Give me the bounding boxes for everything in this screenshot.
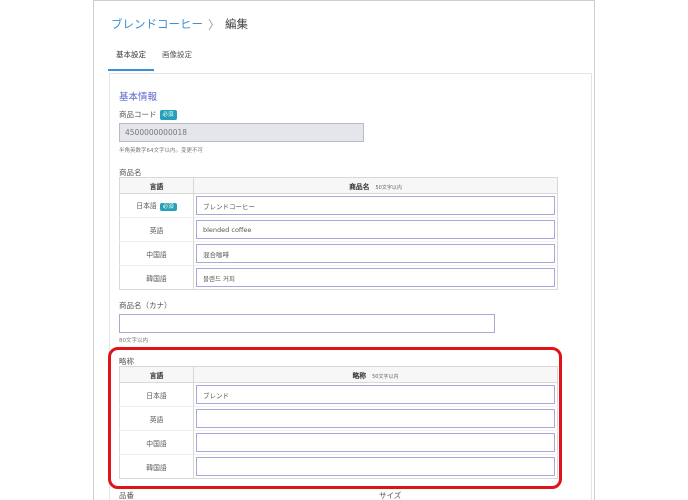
tab-bar: 基本設定 画像設定 — [108, 45, 200, 71]
section-title: 基本情報 — [119, 92, 158, 103]
column-header-limit: 50文字以内 — [375, 184, 402, 191]
size-label: サイズ — [379, 491, 402, 500]
product-code-input[interactable] — [119, 123, 364, 142]
product-kana-hint: 80文字以内 — [119, 338, 148, 344]
product-name-table: 言語 商品名 50文字以内 日本語必須 英語 中国語 — [119, 177, 558, 290]
breadcrumb-parent-link[interactable]: ブレンドコーヒー — [111, 16, 203, 32]
column-header-name-text: 商品名 — [349, 182, 370, 191]
column-header-name: 商品名 50文字以内 — [193, 177, 558, 194]
required-badge: 必須 — [159, 203, 177, 211]
table-row: 中国語 — [119, 241, 558, 266]
product-code-hint: 半角英数字64文字以内。変更不可 — [119, 148, 203, 154]
item-number-label: 品番 — [119, 491, 134, 500]
language-label-ja: 日本語 — [136, 202, 157, 210]
product-name-ko-input[interactable] — [196, 268, 555, 287]
table-row: 韓国語 — [119, 265, 558, 290]
product-name-en-input[interactable] — [196, 220, 555, 239]
table-header-row: 言語 商品名 50文字以内 — [119, 177, 558, 194]
product-name-ja-input[interactable] — [196, 196, 555, 215]
required-badge: 必須 — [159, 109, 177, 120]
input-cell — [193, 265, 558, 290]
table-row: 日本語 必須 — [119, 193, 558, 218]
tab-basic-settings[interactable]: 基本設定 — [108, 45, 154, 71]
table-row: 英語 — [119, 217, 558, 242]
highlight-frame — [108, 347, 562, 489]
language-label-zh: 中国語 — [119, 241, 194, 266]
breadcrumb-current: 編集 — [225, 17, 249, 31]
product-kana-label: 商品名（カナ） — [119, 301, 172, 310]
input-cell — [193, 217, 558, 242]
product-code-label-text: 商品コード — [119, 110, 157, 119]
column-header-language: 言語 — [119, 177, 194, 194]
product-kana-input[interactable] — [119, 314, 495, 333]
tab-image-settings[interactable]: 画像設定 — [154, 45, 200, 71]
input-cell — [193, 193, 558, 218]
language-label-ko: 韓国語 — [119, 265, 194, 290]
input-cell — [193, 241, 558, 266]
product-name-zh-input[interactable] — [196, 244, 555, 263]
chevron-right-icon: 〉 — [208, 17, 221, 32]
language-cell: 日本語 必須 — [119, 193, 194, 218]
breadcrumb: ブレンドコーヒー 〉 編集 — [111, 15, 248, 33]
language-label-en: 英語 — [119, 217, 194, 242]
product-code-label: 商品コード 必須 — [119, 109, 177, 120]
